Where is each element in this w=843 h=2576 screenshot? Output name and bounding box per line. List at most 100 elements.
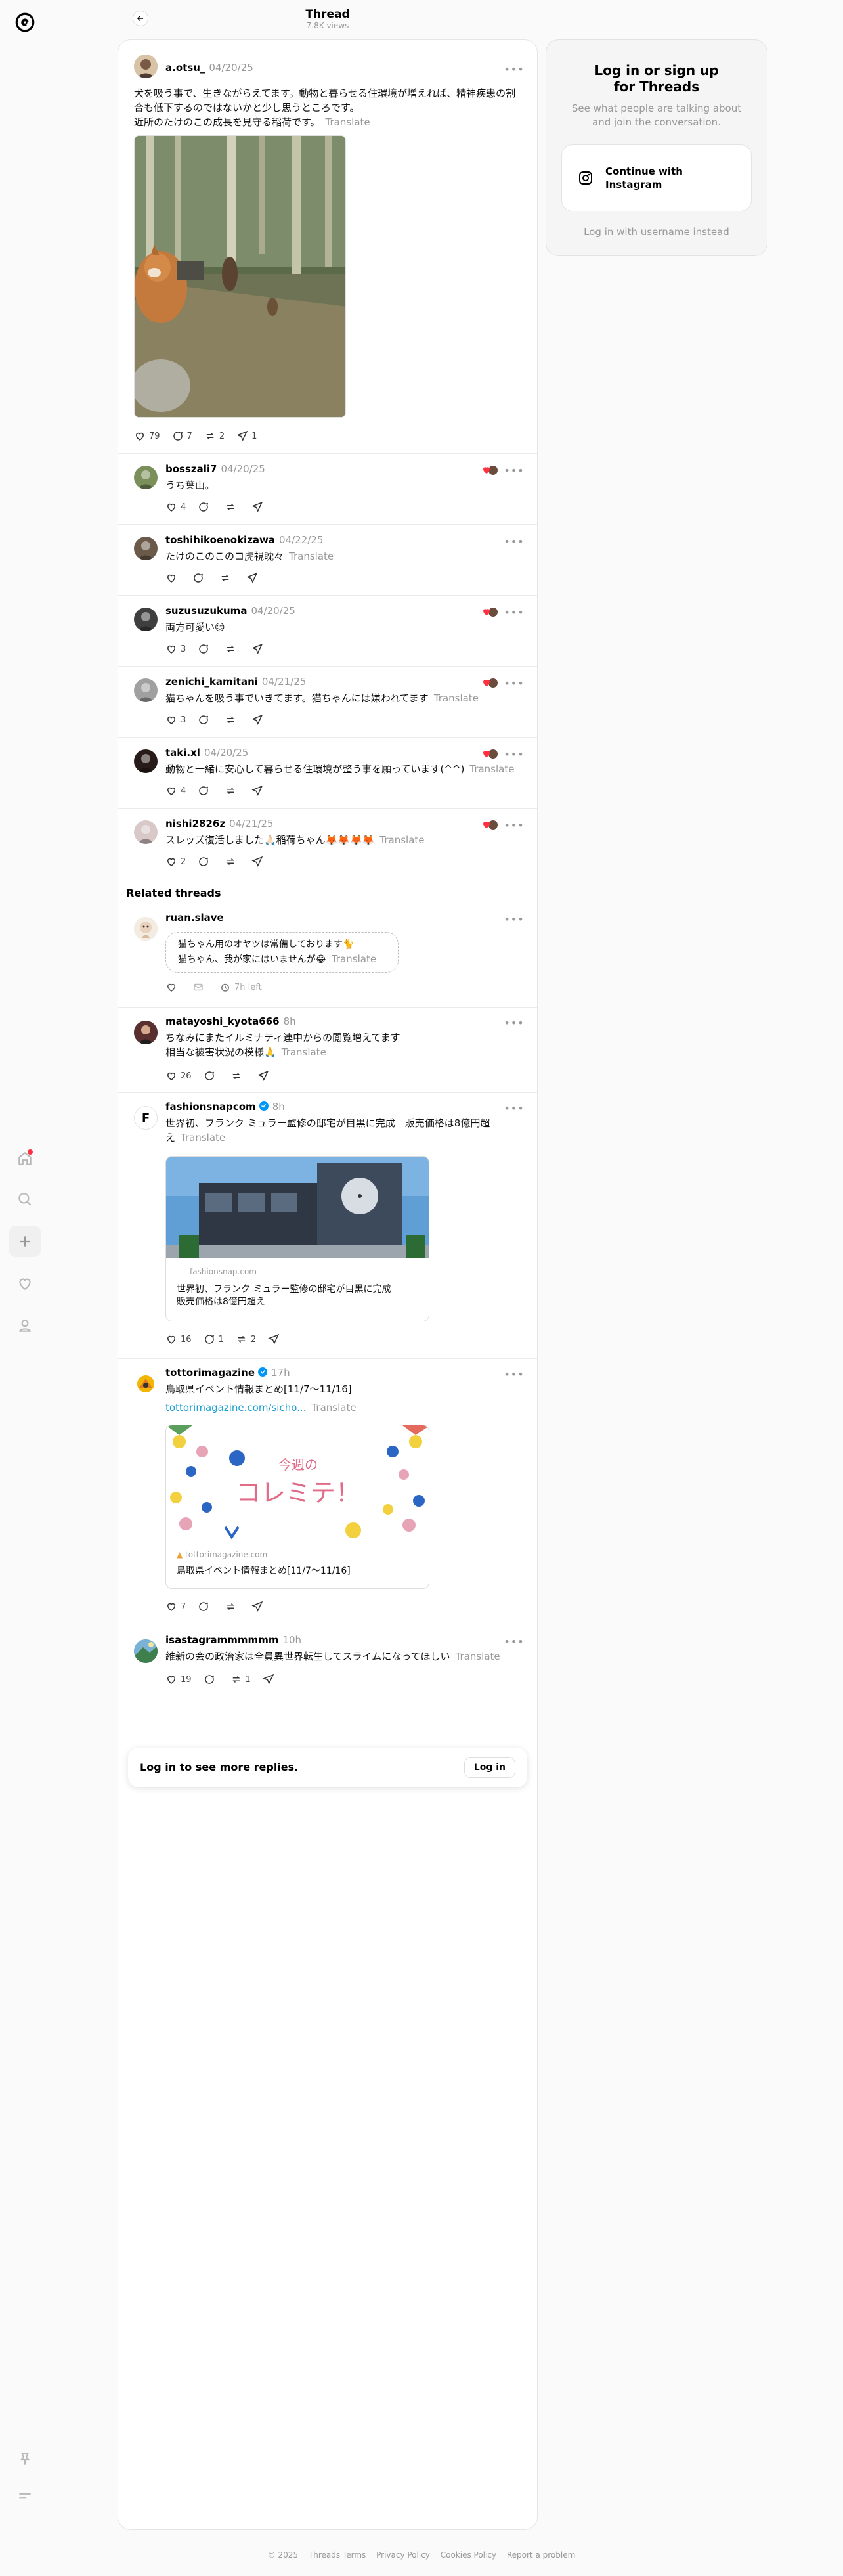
repost-button[interactable]	[230, 1070, 246, 1082]
reply-button[interactable]	[198, 714, 213, 726]
like-button[interactable]: 4	[165, 785, 186, 797]
translate-link[interactable]: Translate	[332, 953, 376, 965]
repost-button[interactable]	[225, 856, 240, 868]
avatar[interactable]	[134, 678, 158, 702]
username[interactable]: a.otsu_	[165, 62, 205, 74]
reply-button[interactable]: 7	[172, 430, 192, 442]
post-date[interactable]: 04/20/25	[204, 747, 248, 759]
home-nav-button[interactable]	[9, 1143, 41, 1174]
username[interactable]: bosszali7	[165, 463, 217, 475]
avatar[interactable]	[134, 55, 158, 78]
like-button[interactable]	[165, 981, 181, 993]
translate-link[interactable]: Translate	[469, 763, 514, 775]
footer-link-terms[interactable]: Threads Terms	[309, 2550, 366, 2560]
translate-link[interactable]: Translate	[326, 116, 370, 128]
more-icon[interactable]: •••	[504, 747, 523, 761]
username[interactable]: suzusuzukuma	[165, 605, 247, 617]
avatar[interactable]	[134, 1639, 158, 1663]
share-button[interactable]	[268, 1333, 283, 1345]
continue-with-instagram-button[interactable]: Continue with Instagram	[562, 145, 751, 211]
translate-link[interactable]: Translate	[434, 692, 479, 704]
repost-button[interactable]	[225, 1601, 240, 1612]
post-date[interactable]: 8h	[284, 1015, 296, 1027]
like-button[interactable]: 7	[165, 1601, 186, 1612]
username[interactable]: toshihikoenokizawa	[165, 534, 275, 546]
more-icon[interactable]: •••	[504, 676, 523, 690]
more-icon[interactable]: •••	[504, 534, 523, 548]
share-button[interactable]	[251, 1601, 267, 1612]
repost-button[interactable]: 2	[204, 430, 225, 442]
create-nav-button[interactable]	[9, 1226, 41, 1257]
activity-nav-button[interactable]	[9, 1268, 41, 1299]
avatar[interactable]	[134, 1372, 158, 1396]
username[interactable]: isastagrammmmmm	[165, 1634, 278, 1646]
username[interactable]: ruan.slave	[165, 912, 224, 923]
repost-button[interactable]	[225, 643, 240, 655]
profile-nav-button[interactable]	[9, 1310, 41, 1341]
share-button[interactable]	[263, 1674, 278, 1685]
post-date[interactable]: 17h	[271, 1367, 290, 1379]
reply-button[interactable]	[204, 1070, 219, 1082]
avatar[interactable]	[134, 749, 158, 773]
reply-button[interactable]	[204, 1674, 219, 1685]
share-button[interactable]	[251, 785, 267, 797]
share-button[interactable]: 1	[236, 430, 257, 442]
translate-link[interactable]: Translate	[311, 1402, 356, 1413]
like-button[interactable]: 3	[165, 714, 186, 726]
share-button[interactable]	[251, 643, 267, 655]
footer-link-privacy[interactable]: Privacy Policy	[376, 2550, 430, 2560]
share-button[interactable]	[251, 714, 267, 726]
like-button[interactable]: 4	[165, 501, 186, 513]
more-icon[interactable]: •••	[504, 1367, 523, 1381]
translate-link[interactable]: Translate	[289, 550, 334, 562]
username[interactable]: zenichi_kamitani	[165, 676, 258, 688]
username[interactable]: taki.xl	[165, 747, 200, 759]
like-button[interactable]: 79	[134, 430, 160, 442]
post-date[interactable]: 10h	[282, 1634, 301, 1646]
repost-button[interactable]	[225, 785, 240, 797]
repost-button[interactable]: 1	[230, 1674, 251, 1685]
post-date[interactable]: 04/21/25	[262, 676, 306, 688]
menu-nav-button[interactable]	[9, 2480, 41, 2512]
avatar[interactable]	[134, 1021, 158, 1044]
like-button[interactable]: 19	[165, 1674, 192, 1685]
reply-button[interactable]	[198, 501, 213, 513]
more-icon[interactable]: •••	[504, 912, 523, 926]
post-date[interactable]: 04/21/25	[229, 818, 273, 830]
footer-link-report[interactable]: Report a problem	[507, 2550, 575, 2560]
reply-button[interactable]: 1	[204, 1333, 224, 1345]
post-date[interactable]: 04/20/25	[221, 463, 265, 475]
post-date[interactable]: 04/20/25	[209, 62, 253, 74]
search-nav-button[interactable]	[9, 1184, 41, 1215]
username[interactable]: nishi2826z	[165, 818, 225, 830]
avatar[interactable]	[134, 466, 158, 489]
username[interactable]: fashionsnapcom	[165, 1101, 256, 1113]
translate-link[interactable]: Translate	[282, 1046, 326, 1058]
like-button[interactable]: 3	[165, 643, 186, 655]
username[interactable]: matayoshi_kyota666	[165, 1015, 280, 1027]
more-icon[interactable]: •••	[504, 1015, 523, 1030]
share-button[interactable]	[246, 572, 261, 584]
like-button[interactable]: 16	[165, 1333, 192, 1345]
translate-link[interactable]: Translate	[181, 1132, 225, 1144]
repost-button[interactable]	[225, 501, 240, 513]
avatar[interactable]: F	[134, 1106, 158, 1130]
username[interactable]: tottorimagazine	[165, 1367, 255, 1379]
avatar[interactable]	[134, 537, 158, 560]
post-date[interactable]: 04/22/25	[279, 534, 323, 546]
footer-link-cookies[interactable]: Cookies Policy	[441, 2550, 496, 2560]
reply-button[interactable]	[198, 643, 213, 655]
reply-button[interactable]	[192, 572, 207, 584]
translate-link[interactable]: Translate	[379, 834, 424, 846]
like-button[interactable]	[165, 572, 181, 584]
link-preview-card[interactable]: 今週の コレミテ！ ▲ tottorimagazine.com 鳥取県イベント情…	[165, 1425, 429, 1589]
quiz-bubble[interactable]: 猫ちゃん用のオヤツは常備しております🐈 猫ちゃん、我が家にはいませんが😂 Tran…	[165, 932, 399, 973]
repost-button[interactable]	[219, 572, 234, 584]
like-button[interactable]: 26	[165, 1070, 192, 1082]
more-icon[interactable]: •••	[504, 605, 523, 619]
username-login-link[interactable]: Log in with username instead	[546, 226, 767, 238]
post-date[interactable]: 04/20/25	[251, 605, 295, 617]
message-button[interactable]	[192, 981, 207, 993]
avatar[interactable]	[134, 917, 158, 941]
like-button[interactable]: 2	[165, 856, 186, 868]
